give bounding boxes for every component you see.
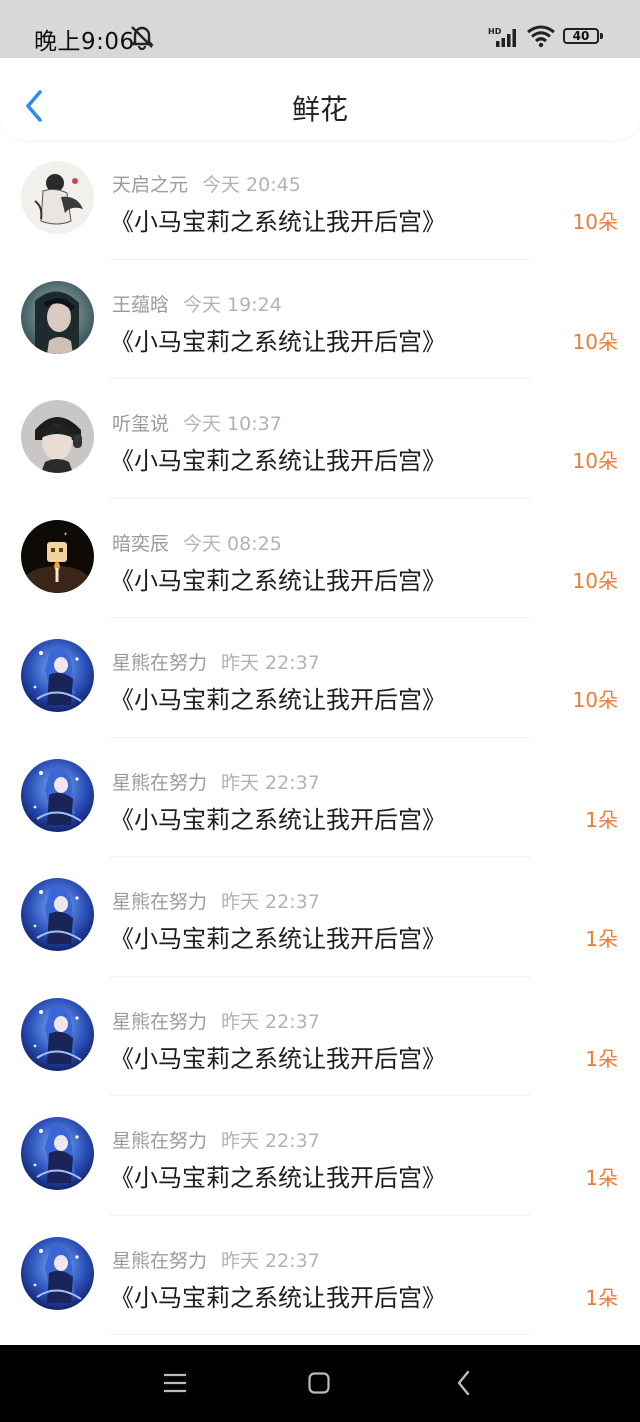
flower-count: 10朵: [572, 688, 618, 712]
menu-icon[interactable]: [163, 1373, 187, 1393]
user-name[interactable]: 王蕴晗: [112, 294, 169, 316]
book-title[interactable]: 《小马宝莉之系统让我开后宫》: [110, 680, 446, 715]
flower-count: 1朵: [585, 1166, 618, 1190]
user-name[interactable]: 星熊在努力: [112, 891, 207, 913]
timestamp: 昨天 22:37: [221, 1130, 320, 1152]
user-name[interactable]: 星熊在努力: [112, 772, 207, 794]
flower-count: 1朵: [585, 807, 618, 832]
timestamp: 今天 08:25: [183, 532, 282, 555]
name-line: 王蕴晗 今天 19:24: [112, 290, 282, 317]
user-name[interactable]: 听玺说: [112, 413, 169, 435]
name-line: 星熊在努力 昨天 22:37: [112, 768, 320, 795]
user-name[interactable]: 星熊在努力: [112, 652, 207, 674]
book-title[interactable]: 《小马宝莉之系统让我开后宫》: [110, 322, 446, 357]
book-title[interactable]: 《小马宝莉之系统让我开后宫》: [110, 202, 446, 237]
user-name[interactable]: 星熊在努力: [112, 1130, 207, 1152]
wifi-icon: [527, 25, 555, 48]
app-header: 鲜花: [0, 58, 640, 140]
user-name[interactable]: 星熊在努力: [112, 1250, 207, 1272]
book-title[interactable]: 《小马宝莉之系统让我开后宫》: [110, 1278, 446, 1313]
avatar[interactable]: [21, 758, 94, 832]
name-line: 星熊在努力 昨天 22:37: [112, 1007, 320, 1034]
nav-back-icon[interactable]: [456, 1370, 472, 1396]
list-item[interactable]: 王蕴晗 今天 19:24 《小马宝莉之系统让我开后宫》 10朵: [0, 260, 640, 379]
navigation-bar: [0, 1345, 640, 1422]
avatar[interactable]: [21, 878, 94, 951]
user-name[interactable]: 星熊在努力: [112, 1011, 207, 1033]
name-line: 天启之元 今天 20:45: [112, 170, 301, 197]
flower-count: 10朵: [572, 568, 618, 593]
svg-text:HD: HD: [488, 27, 502, 36]
avatar[interactable]: ✦: [21, 519, 94, 593]
name-line: 星熊在努力 昨天 22:37: [112, 1246, 320, 1273]
home-icon[interactable]: [308, 1372, 330, 1394]
page-title: 鲜花: [291, 93, 348, 126]
flower-count: 1朵: [585, 1285, 618, 1310]
flower-count: 10朵: [572, 329, 618, 354]
list-item[interactable]: 星熊在努力 昨天 22:37 《小马宝莉之系统让我开后宫》 10朵: [0, 618, 640, 738]
timestamp: 今天 19:24: [183, 293, 282, 316]
divider: [110, 1334, 530, 1335]
avatar[interactable]: [21, 280, 94, 354]
book-title[interactable]: 《小马宝莉之系统让我开后宫》: [110, 1039, 446, 1074]
timestamp: 昨天 22:37: [221, 891, 320, 913]
book-title[interactable]: 《小马宝莉之系统让我开后宫》: [110, 800, 446, 835]
name-line: 星熊在努力 昨天 22:37: [112, 1126, 320, 1153]
svg-text:✦: ✦: [63, 531, 68, 538]
name-line: 星熊在努力 昨天 22:37: [112, 887, 320, 914]
list-item[interactable]: 天启之元 今天 20:45 《小马宝莉之系统让我开后宫》 10朵: [0, 140, 640, 260]
status-time: 晚上9:06: [34, 29, 135, 55]
flower-count: 1朵: [585, 1046, 618, 1071]
timestamp: 今天 10:37: [183, 413, 282, 435]
list-item[interactable]: ✦ 暗奕辰 今天 08:25 《小马宝莉之系统让我开后宫》 10朵: [0, 499, 640, 618]
flower-count: 1朵: [585, 927, 618, 951]
list-item[interactable]: 星熊在努力 昨天 22:37 《小马宝莉之系统让我开后宫》 1朵: [0, 1096, 640, 1216]
signal-hd-icon: HD: [488, 27, 516, 47]
avatar[interactable]: [21, 1236, 94, 1310]
name-line: 星熊在努力 昨天 22:37: [112, 648, 320, 675]
name-line: 暗奕辰 今天 08:25: [112, 529, 282, 556]
avatar[interactable]: [21, 639, 94, 712]
avatar[interactable]: [21, 161, 94, 234]
list-item[interactable]: 星熊在努力 昨天 22:37 《小马宝莉之系统让我开后宫》 1朵: [0, 1216, 640, 1335]
avatar[interactable]: [21, 997, 94, 1071]
list-item[interactable]: 星熊在努力 昨天 22:37 《小马宝莉之系统让我开后宫》 1朵: [0, 857, 640, 977]
flower-list: 天启之元 今天 20:45 《小马宝莉之系统让我开后宫》 10朵 王蕴晗 今天 19:24…: [0, 140, 640, 1335]
battery-level: 40: [572, 29, 590, 43]
timestamp: 昨天 22:37: [221, 652, 320, 674]
flower-count: 10朵: [572, 449, 618, 473]
timestamp: 昨天 22:37: [221, 1249, 320, 1272]
timestamp: 今天 20:45: [202, 174, 301, 196]
list-item[interactable]: 听玺说 今天 10:37 《小马宝莉之系统让我开后宫》 10朵: [0, 379, 640, 499]
bell-muted-icon: [130, 26, 154, 50]
timestamp: 昨天 22:37: [221, 1010, 320, 1033]
list-item[interactable]: 星熊在努力 昨天 22:37 《小马宝莉之系统让我开后宫》 1朵: [0, 977, 640, 1096]
book-title[interactable]: 《小马宝莉之系统让我开后宫》: [110, 1158, 446, 1193]
book-title[interactable]: 《小马宝莉之系统让我开后宫》: [110, 441, 446, 476]
list-item[interactable]: 星熊在努力 昨天 22:37 《小马宝莉之系统让我开后宫》 1朵: [0, 738, 640, 857]
battery-icon: 40: [563, 28, 603, 44]
flower-count: 10朵: [572, 210, 618, 234]
status-bar: 晚上9:06 HD 40: [0, 0, 640, 60]
user-name[interactable]: 暗奕辰: [112, 533, 169, 555]
avatar[interactable]: [21, 1117, 94, 1190]
avatar[interactable]: [21, 400, 94, 473]
user-name[interactable]: 天启之元: [112, 174, 188, 196]
book-title[interactable]: 《小马宝莉之系统让我开后宫》: [110, 561, 446, 596]
name-line: 听玺说 今天 10:37: [112, 409, 282, 436]
timestamp: 昨天 22:37: [221, 771, 320, 794]
book-title[interactable]: 《小马宝莉之系统让我开后宫》: [110, 919, 446, 954]
